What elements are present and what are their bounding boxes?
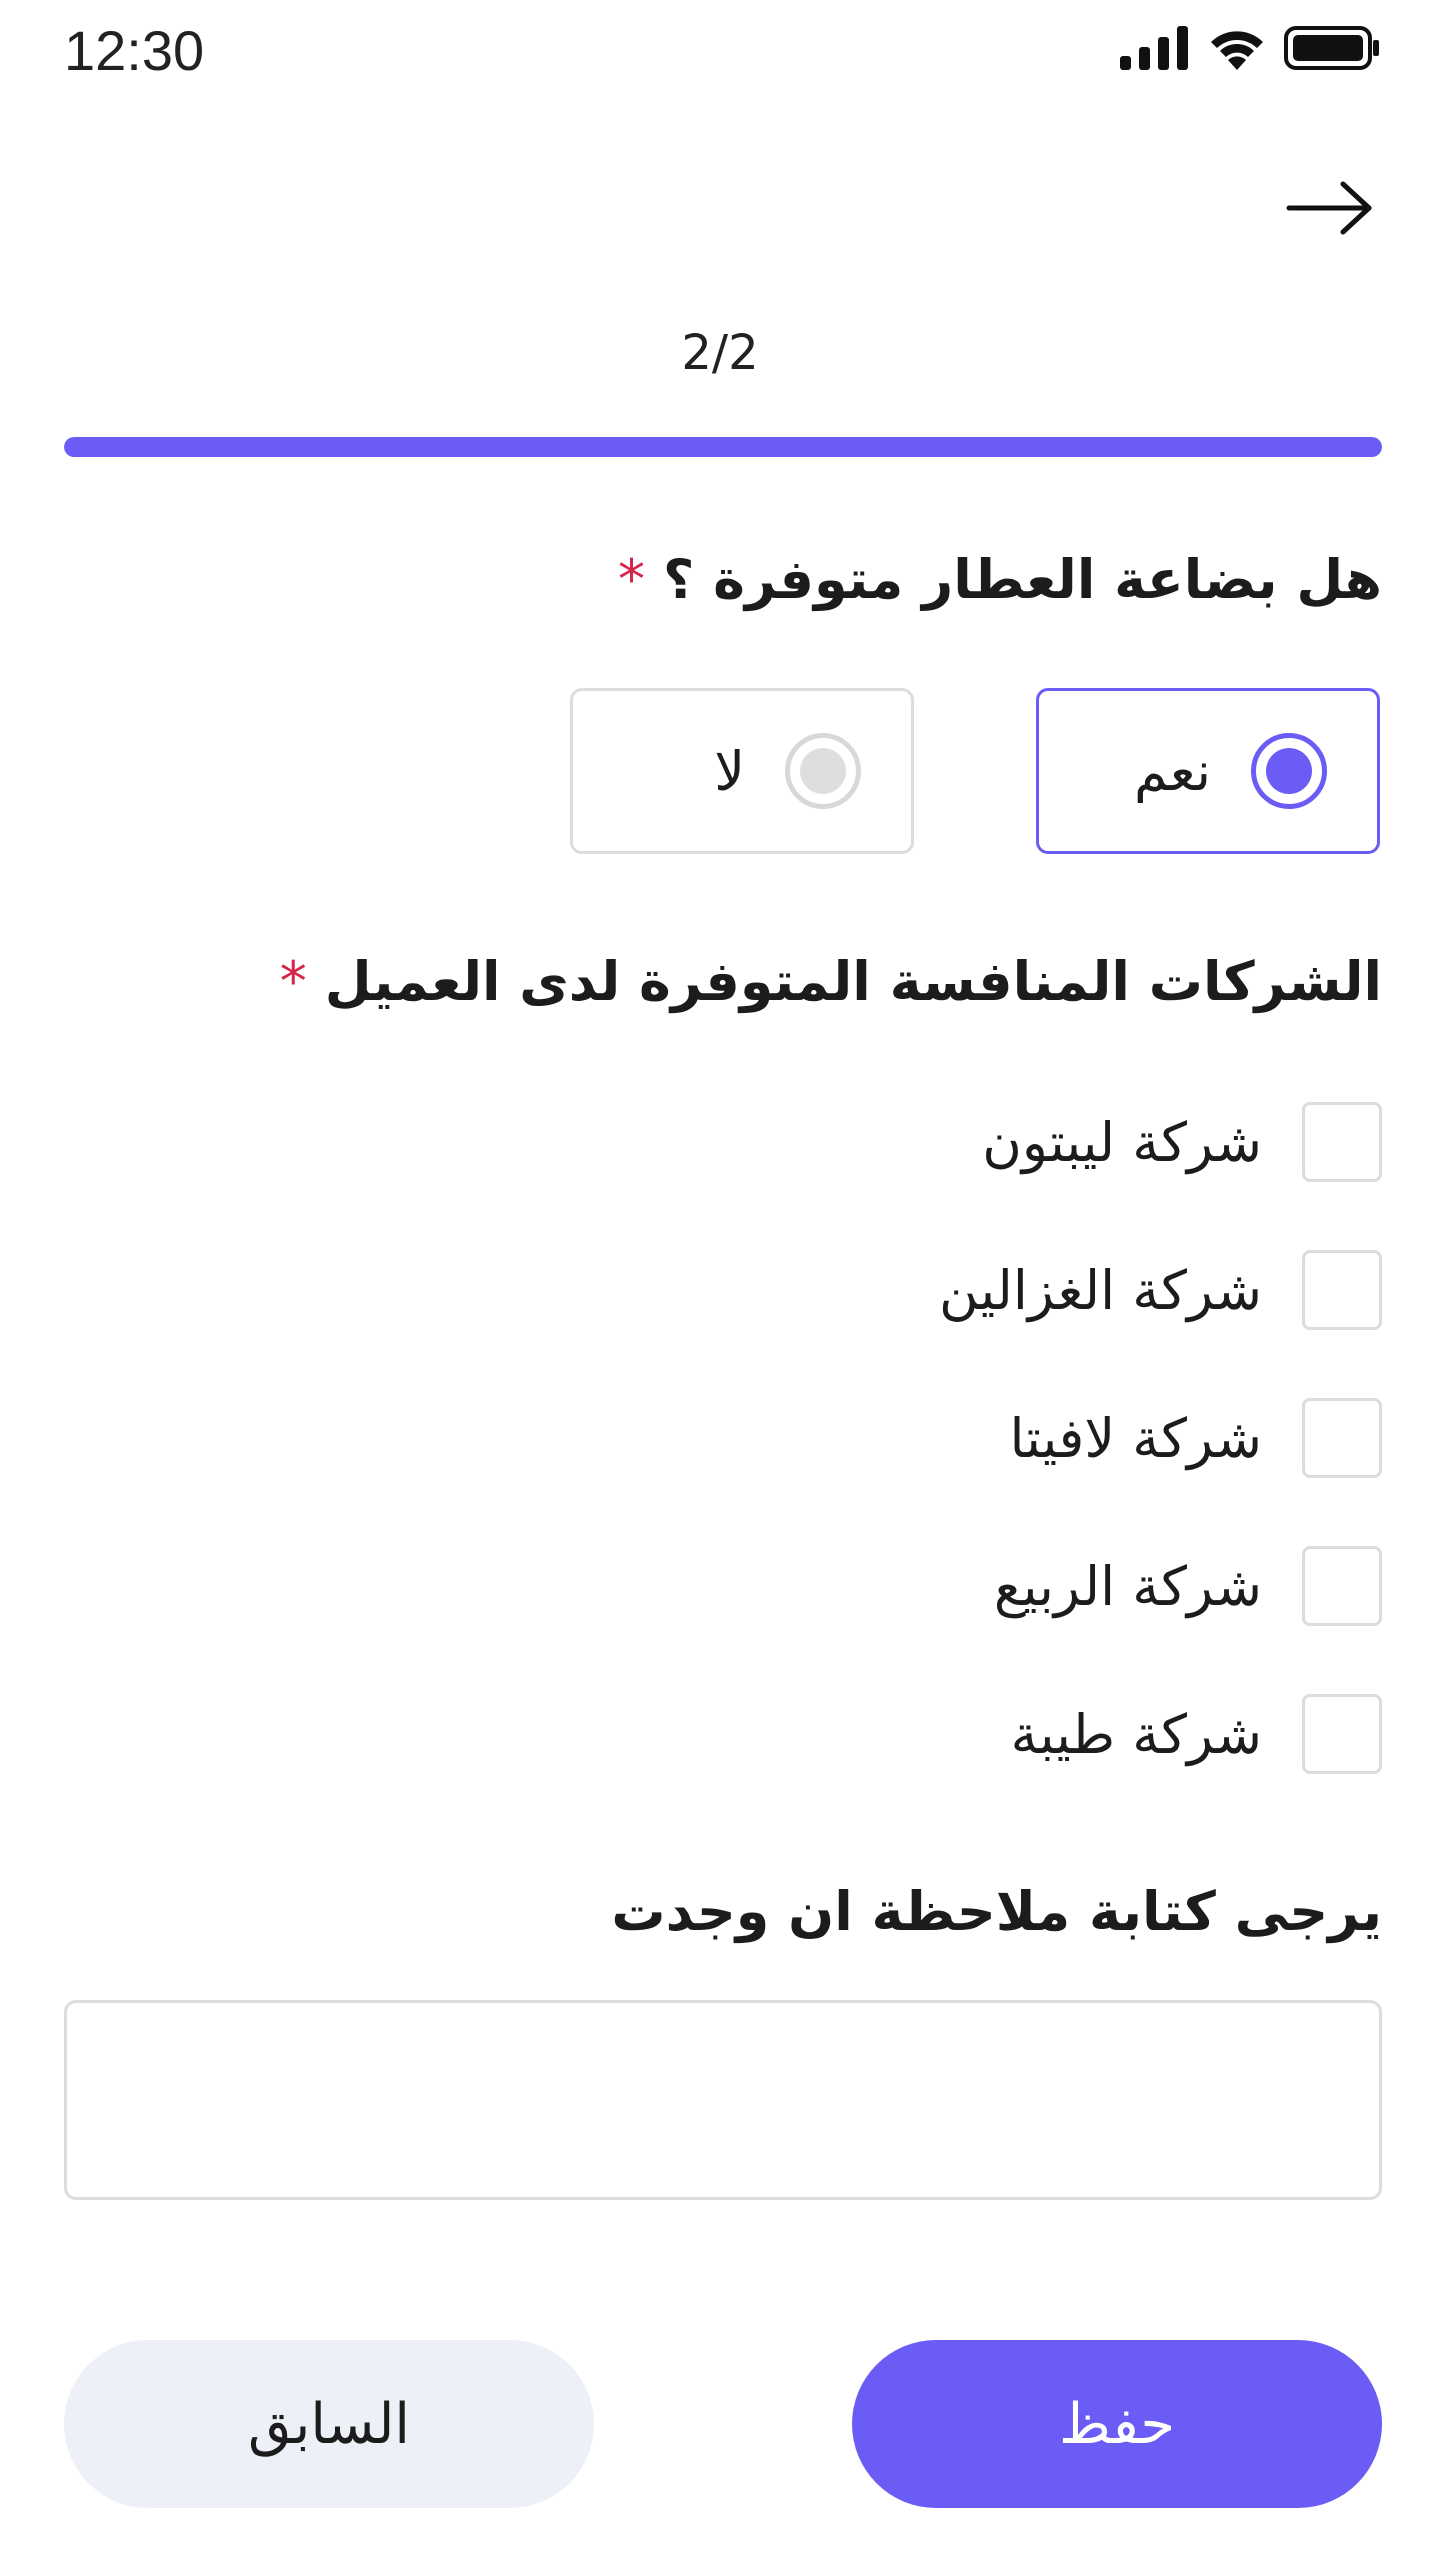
radio-option-no[interactable]: لا <box>570 688 914 854</box>
checkbox[interactable] <box>1302 1250 1382 1330</box>
checkbox-item-lavita[interactable]: شركة لافيتا <box>939 1396 1382 1480</box>
status-icons <box>1120 26 1380 74</box>
previous-button[interactable]: السابق <box>64 2340 594 2508</box>
status-time: 12:30 <box>64 19 205 82</box>
question-note: يرجى كتابة ملاحظة ان وجدت <box>611 1880 1382 1943</box>
question-label: هل بضاعة العطار متوفرة ؟ <box>663 548 1382 611</box>
required-mark: * <box>618 548 646 611</box>
radio-unselected-icon <box>785 733 861 809</box>
checkbox[interactable] <box>1302 1102 1382 1182</box>
progress-label: 2/2 <box>681 325 759 381</box>
checkbox-item-lipton[interactable]: شركة ليبتون <box>939 1100 1382 1184</box>
signal-icon <box>1120 26 1190 74</box>
checkbox-label: شركة الغزالين <box>938 1258 1262 1322</box>
competitors-checkbox-list: شركة ليبتون شركة الغزالين شركة لافيتا شر… <box>939 1100 1382 1840</box>
question-availability: هل بضاعة العطار متوفرة ؟ * <box>618 548 1382 611</box>
status-bar: 12:30 <box>0 0 1440 100</box>
save-button[interactable]: حفظ <box>852 2340 1382 2508</box>
checkbox-item-ghazalin[interactable]: شركة الغزالين <box>939 1248 1382 1332</box>
checkbox-item-rabie[interactable]: شركة الربيع <box>939 1544 1382 1628</box>
arrow-right-icon <box>1285 178 1375 242</box>
checkbox-label: شركة ليبتون <box>982 1110 1262 1174</box>
checkbox-label: شركة لافيتا <box>1009 1406 1262 1470</box>
question-label: يرجى كتابة ملاحظة ان وجدت <box>611 1880 1382 1943</box>
back-button[interactable] <box>1280 170 1380 250</box>
radio-label: نعم <box>1133 739 1211 803</box>
checkbox-label: شركة الربيع <box>993 1554 1262 1618</box>
question-competitors: الشركات المنافسة المتوفرة لدى العميل * <box>280 950 1382 1013</box>
note-input[interactable] <box>64 2000 1382 2200</box>
checkbox[interactable] <box>1302 1398 1382 1478</box>
checkbox[interactable] <box>1302 1546 1382 1626</box>
wifi-icon <box>1208 26 1266 74</box>
radio-selected-icon <box>1251 733 1327 809</box>
checkbox[interactable] <box>1302 1694 1382 1774</box>
progress-fill <box>64 437 1382 457</box>
question-label: الشركات المنافسة المتوفرة لدى العميل <box>324 950 1382 1013</box>
progress-bar <box>64 437 1382 457</box>
checkbox-label: شركة طيبة <box>1010 1702 1262 1766</box>
radio-label: لا <box>714 739 745 803</box>
radio-option-yes[interactable]: نعم <box>1036 688 1380 854</box>
checkbox-item-taiba[interactable]: شركة طيبة <box>939 1692 1382 1776</box>
required-mark: * <box>279 950 307 1013</box>
battery-icon <box>1284 24 1380 76</box>
